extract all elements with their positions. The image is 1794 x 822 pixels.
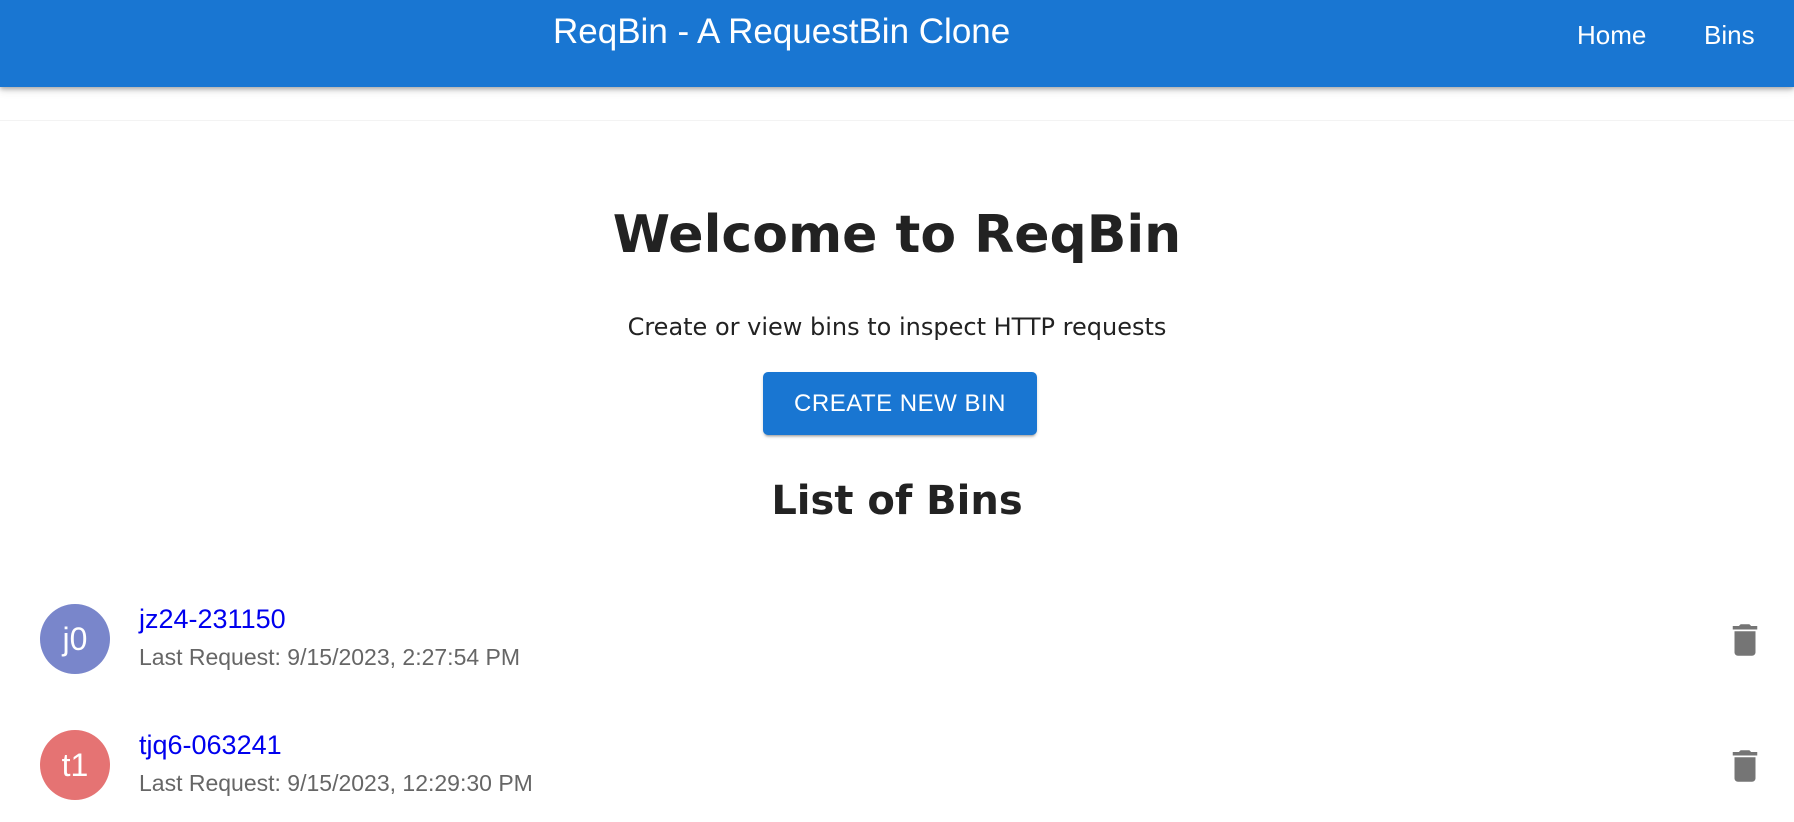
page-subtitle: Create or view bins to inspect HTTP requ… bbox=[627, 313, 1167, 341]
bin-link[interactable]: tjq6-063241 bbox=[139, 728, 282, 762]
nav-home-link[interactable]: Home bbox=[1577, 17, 1646, 53]
avatar: t1 bbox=[40, 730, 110, 800]
last-request-text: Last Request: 9/15/2023, 12:29:30 PM bbox=[139, 770, 533, 796]
nav-bins-link[interactable]: Bins bbox=[1704, 17, 1755, 53]
page-title: Welcome to ReqBin bbox=[612, 205, 1182, 265]
toolbar-divider bbox=[0, 120, 1794, 121]
trash-icon bbox=[1732, 750, 1758, 782]
app-bar: ReqBin - A RequestBin Clone Home Bins bbox=[0, 0, 1794, 87]
trash-icon bbox=[1732, 624, 1758, 656]
create-new-bin-button[interactable]: CREATE NEW BIN bbox=[763, 372, 1037, 435]
app-title: ReqBin - A RequestBin Clone bbox=[553, 12, 1011, 51]
list-item: t1 tjq6-063241 Last Request: 9/15/2023, … bbox=[0, 710, 1794, 820]
bins-list-heading: List of Bins bbox=[771, 478, 1023, 524]
bin-link[interactable]: jz24-231150 bbox=[139, 602, 286, 636]
avatar: j0 bbox=[40, 604, 110, 674]
delete-bin-button[interactable] bbox=[1724, 745, 1766, 787]
delete-bin-button[interactable] bbox=[1724, 619, 1766, 661]
list-item: j0 jz24-231150 Last Request: 9/15/2023, … bbox=[0, 584, 1794, 694]
last-request-text: Last Request: 9/15/2023, 2:27:54 PM bbox=[139, 644, 521, 670]
